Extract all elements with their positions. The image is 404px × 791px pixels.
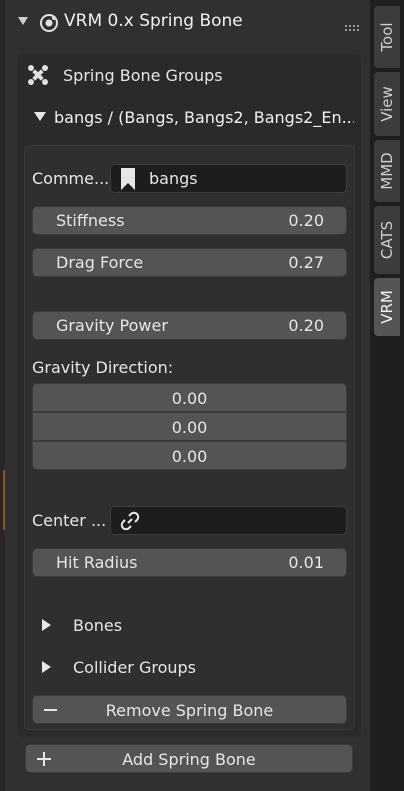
comment-label: Comme...	[32, 169, 110, 188]
tab-view[interactable]: View	[374, 72, 400, 136]
tab-vrm[interactable]: VRM	[374, 278, 400, 336]
drag-force-value: 0.27	[288, 253, 324, 272]
collider-groups-label[interactable]: Collider Groups	[73, 658, 196, 677]
gravity-power-value: 0.20	[288, 316, 324, 335]
tab-mmd[interactable]: MMD	[374, 140, 400, 202]
remove-spring-bone-button[interactable]: Remove Spring Bone	[32, 695, 347, 724]
tab-cats[interactable]: CATS	[374, 206, 400, 274]
link-icon	[119, 510, 141, 536]
collapse-triangle-icon[interactable]	[18, 17, 28, 25]
bookmark-icon	[121, 168, 135, 194]
comment-value: bangs	[149, 169, 198, 188]
add-spring-bone-button[interactable]: Add Spring Bone	[25, 744, 353, 773]
hit-radius-label: Hit Radius	[56, 553, 138, 572]
bone-group-icon	[26, 63, 50, 87]
stiffness-slider[interactable]: Stiffness 0.20	[32, 206, 347, 235]
group-expand-triangle-icon[interactable]	[34, 112, 46, 121]
gravity-direction-x[interactable]: 0.00	[32, 383, 347, 412]
bones-expand-triangle-icon[interactable]	[42, 619, 51, 631]
stiffness-label: Stiffness	[56, 211, 125, 230]
gravity-direction-label: Gravity Direction:	[32, 358, 174, 377]
hit-radius-value: 0.01	[288, 553, 324, 572]
gravity-power-slider[interactable]: Gravity Power 0.20	[32, 311, 347, 340]
comment-field[interactable]: bangs	[110, 164, 347, 193]
hit-radius-slider[interactable]: Hit Radius 0.01	[32, 548, 347, 577]
gravity-direction-x-value: 0.00	[171, 389, 208, 408]
center-field[interactable]	[110, 506, 347, 535]
gravity-power-label: Gravity Power	[56, 316, 168, 335]
remove-spring-bone-label: Remove Spring Bone	[105, 701, 274, 720]
tab-vrm-label: VRM	[378, 290, 396, 324]
gravity-direction-y-value: 0.00	[171, 418, 208, 437]
gravity-direction-y[interactable]: 0.00	[32, 412, 347, 441]
gravity-direction-z-value: 0.00	[171, 447, 208, 466]
tab-cats-label: CATS	[378, 220, 396, 260]
drag-grip-icon[interactable]	[345, 18, 361, 31]
bones-label[interactable]: Bones	[73, 616, 122, 635]
vrm-circle-icon	[38, 12, 60, 34]
tab-mmd-label: MMD	[378, 152, 396, 190]
gravity-direction-z[interactable]: 0.00	[32, 441, 347, 470]
tab-tool-label: Tool	[378, 22, 396, 52]
drag-force-slider[interactable]: Drag Force 0.27	[32, 248, 347, 277]
tab-view-label: View	[378, 86, 396, 122]
add-spring-bone-label: Add Spring Bone	[122, 750, 256, 769]
center-label: Center ...	[32, 511, 107, 530]
panel-title: VRM 0.x Spring Bone	[64, 11, 243, 31]
tab-tool[interactable]: Tool	[374, 6, 400, 68]
collider-groups-expand-triangle-icon[interactable]	[42, 661, 51, 673]
spring-bone-groups-label: Spring Bone Groups	[63, 66, 223, 85]
drag-force-label: Drag Force	[56, 253, 144, 272]
stiffness-value: 0.20	[288, 211, 324, 230]
spring-bone-group-title[interactable]: bangs / (Bangs, Bangs2, Bangs2_En...	[54, 108, 354, 127]
